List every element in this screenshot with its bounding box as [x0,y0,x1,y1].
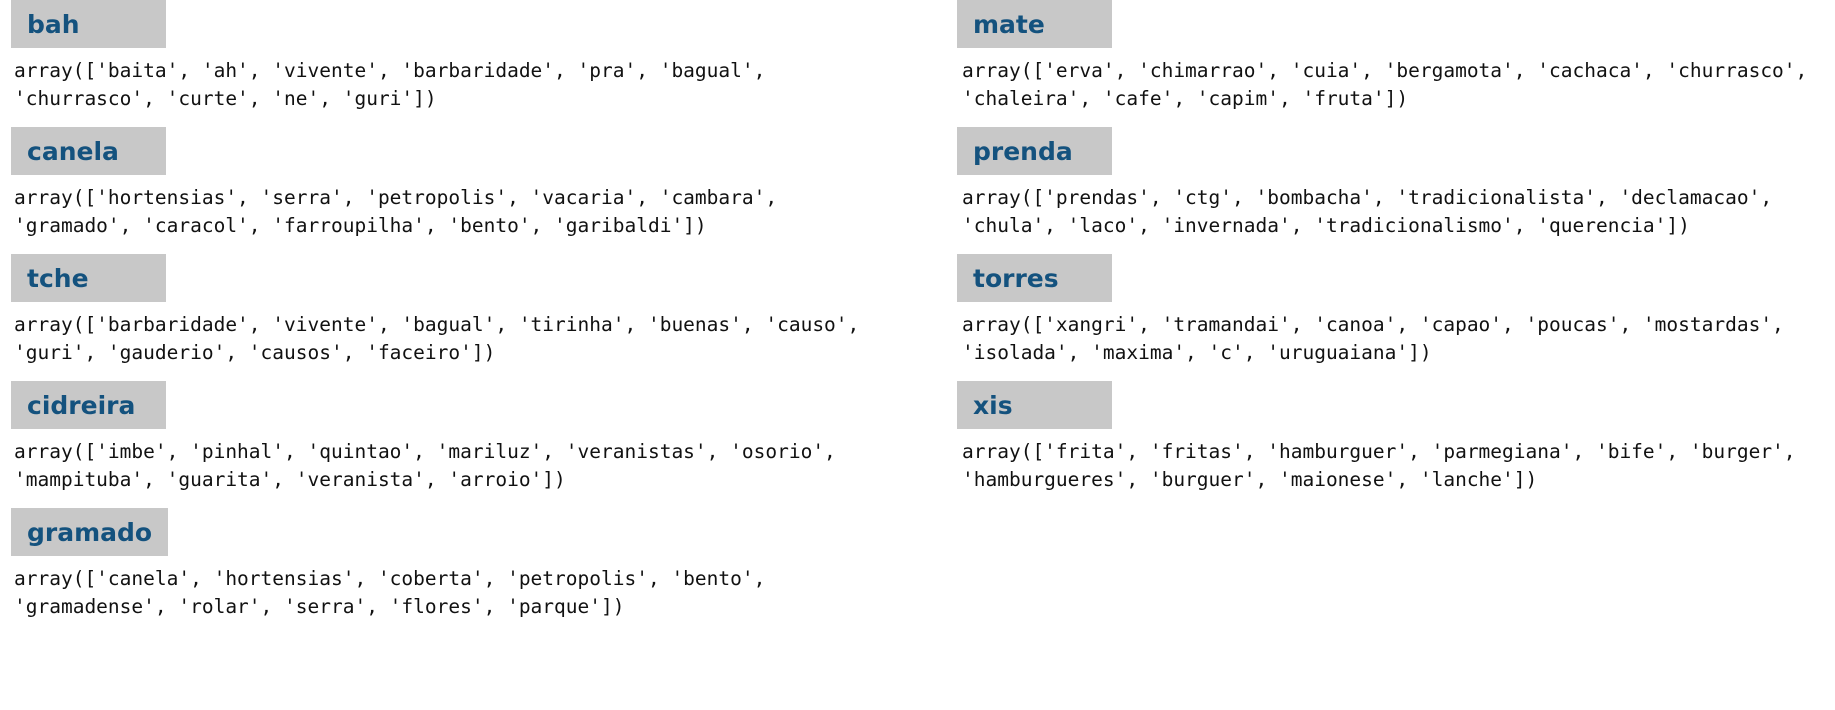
array-literal: array(['barbaridade', 'vivente', 'bagual… [14,311,941,367]
right-column: mate array(['erva', 'chimarrao', 'cuia', … [957,0,1835,508]
group-label-badge: gramado [11,508,169,556]
word-group: tche array(['barbaridade', 'vivente', 'ba… [11,254,941,367]
array-line: 'gramado', 'caracol', 'farroupilha', 'be… [14,214,707,237]
array-line: 'churrasco', 'curte', 'ne', 'guri']) [14,87,437,110]
array-line: 'chula', 'laco', 'invernada', 'tradicion… [962,214,1690,237]
array-literal: array(['erva', 'chimarrao', 'cuia', 'ber… [962,57,1835,113]
array-line: array(['imbe', 'pinhal', 'quintao', 'mar… [14,440,836,463]
array-line: array(['canela', 'hortensias', 'coberta'… [14,567,766,590]
array-literal: array(['hortensias', 'serra', 'petropoli… [14,184,941,240]
array-line: 'mampituba', 'guarita', 'veranista', 'ar… [14,468,566,491]
group-label-badge: xis [957,381,1112,429]
word-group: prenda array(['prendas', 'ctg', 'bombacha… [957,127,1835,240]
group-label-badge: bah [11,0,166,48]
array-line: array(['erva', 'chimarrao', 'cuia', 'ber… [962,59,1808,82]
word-group: gramado array(['canela', 'hortensias', 'c… [11,508,941,621]
word-group: mate array(['erva', 'chimarrao', 'cuia', … [957,0,1835,113]
group-label-badge: torres [957,254,1112,302]
word-group: xis array(['frita', 'fritas', 'hamburguer… [957,381,1835,494]
group-label-badge: prenda [957,127,1112,175]
array-line: 'hamburgueres', 'burguer', 'maionese', '… [962,468,1538,491]
word-association-board: bah array(['baita', 'ah', 'vivente', 'bar… [0,0,1835,710]
array-literal: array(['xangri', 'tramandai', 'canoa', '… [962,311,1835,367]
array-literal: array(['baita', 'ah', 'vivente', 'barbar… [14,57,941,113]
array-line: 'chaleira', 'cafe', 'capim', 'fruta']) [962,87,1409,110]
word-group: torres array(['xangri', 'tramandai', 'can… [957,254,1835,367]
group-label-badge: canela [11,127,166,175]
array-line: array(['hortensias', 'serra', 'petropoli… [14,186,778,209]
array-line: array(['xangri', 'tramandai', 'canoa', '… [962,313,1784,336]
array-literal: array(['prendas', 'ctg', 'bombacha', 'tr… [962,184,1835,240]
array-line: 'guri', 'gauderio', 'causos', 'faceiro']… [14,341,496,364]
word-group: canela array(['hortensias', 'serra', 'pet… [11,127,941,240]
word-group: bah array(['baita', 'ah', 'vivente', 'bar… [11,0,941,113]
array-line: array(['barbaridade', 'vivente', 'bagual… [14,313,860,336]
array-line: array(['baita', 'ah', 'vivente', 'barbar… [14,59,766,82]
group-label-badge: cidreira [11,381,166,429]
word-group: cidreira array(['imbe', 'pinhal', 'quinta… [11,381,941,494]
array-literal: array(['frita', 'fritas', 'hamburguer', … [962,438,1835,494]
array-line: 'isolada', 'maxima', 'c', 'uruguaiana']) [962,341,1432,364]
left-column: bah array(['baita', 'ah', 'vivente', 'bar… [11,0,941,635]
array-line: array(['frita', 'fritas', 'hamburguer', … [962,440,1796,463]
group-label-badge: tche [11,254,166,302]
array-line: 'gramadense', 'rolar', 'serra', 'flores'… [14,595,625,618]
group-label-badge: mate [957,0,1112,48]
array-literal: array(['canela', 'hortensias', 'coberta'… [14,565,941,621]
array-literal: array(['imbe', 'pinhal', 'quintao', 'mar… [14,438,941,494]
array-line: array(['prendas', 'ctg', 'bombacha', 'tr… [962,186,1773,209]
